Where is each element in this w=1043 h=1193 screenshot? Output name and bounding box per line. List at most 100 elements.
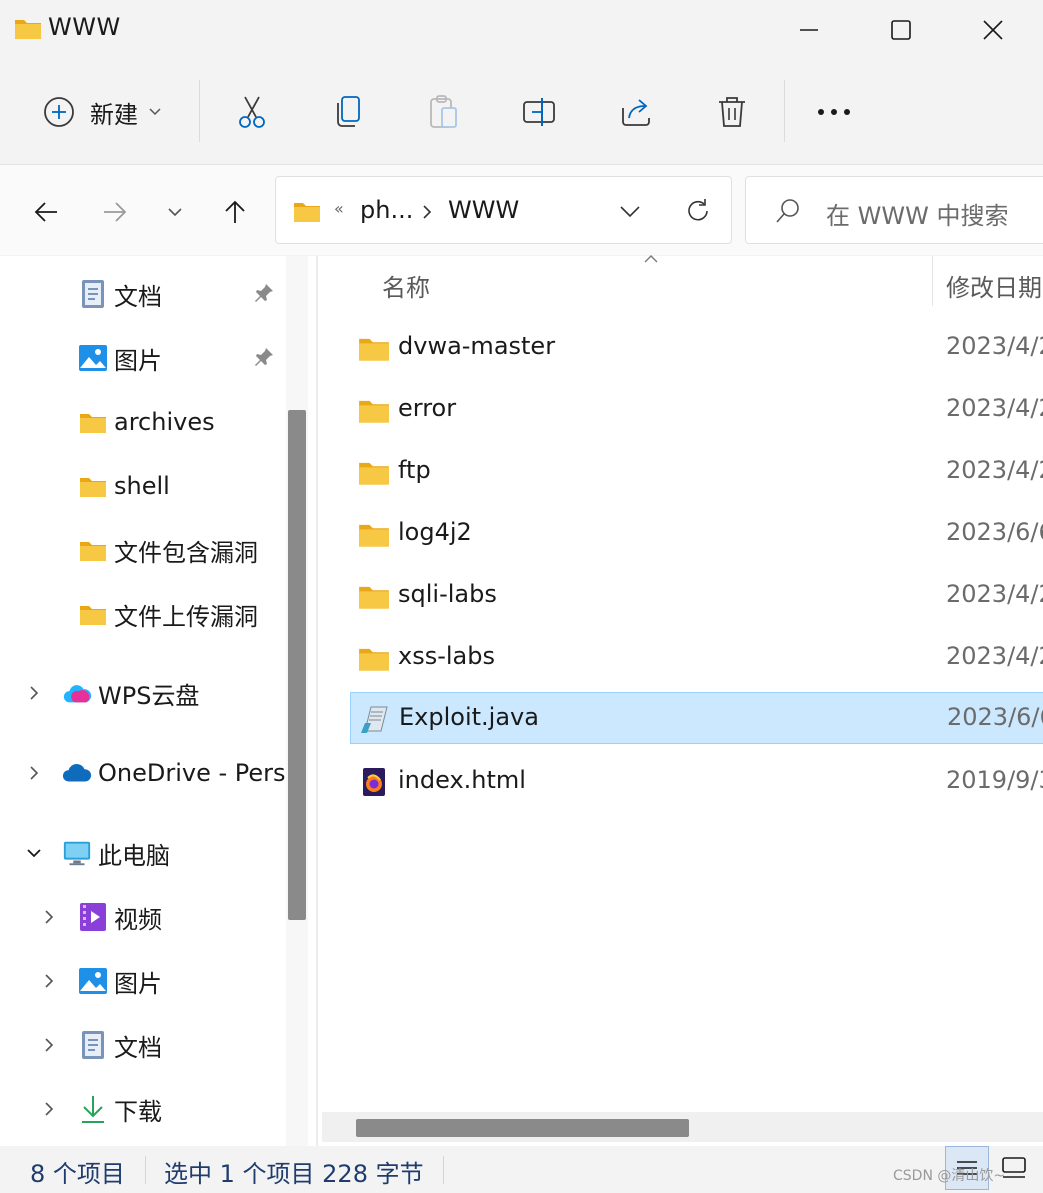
chevron-right-icon bbox=[423, 205, 432, 219]
sidebar-item-label: 下载 bbox=[114, 1097, 162, 1126]
file-name: index.html bbox=[398, 766, 526, 794]
recent-locations-button[interactable] bbox=[149, 186, 201, 238]
sidebar-item-pictures-pc[interactable]: 图片 bbox=[78, 956, 162, 1006]
pin-icon[interactable] bbox=[253, 282, 275, 304]
plus-circle-icon bbox=[44, 97, 74, 127]
folder-icon bbox=[294, 203, 320, 222]
sidebar-item-shell[interactable]: shell bbox=[78, 461, 170, 511]
sidebar-item-pictures[interactable]: 图片 bbox=[78, 333, 162, 383]
new-button[interactable]: 新建 bbox=[30, 86, 180, 138]
file-date: 2023/4/2 bbox=[946, 642, 1043, 670]
file-name: ftp bbox=[398, 456, 431, 484]
sidebar-item-this-pc[interactable]: 此电脑 bbox=[62, 828, 170, 878]
new-button-label: 新建 bbox=[90, 100, 138, 129]
column-header-date-modified[interactable]: 修改日期 bbox=[946, 268, 1042, 303]
file-row[interactable]: xss-labs 2023/4/2 bbox=[350, 632, 1043, 684]
chevron-right-icon[interactable] bbox=[39, 1099, 59, 1119]
documents-icon bbox=[78, 1030, 108, 1060]
file-row[interactable]: ftp 2023/4/2 bbox=[350, 446, 1043, 498]
refresh-icon[interactable] bbox=[684, 197, 712, 225]
copy-button[interactable] bbox=[320, 86, 376, 138]
folder-icon bbox=[359, 648, 389, 671]
folder-icon bbox=[359, 400, 389, 423]
selection-info: 选中 1 个项目 228 字节 bbox=[164, 1160, 424, 1188]
breadcrumb-item[interactable]: ph... bbox=[360, 196, 413, 224]
sidebar-item-wps-cloud[interactable]: WPS云盘 bbox=[62, 668, 199, 718]
chevron-right-icon[interactable] bbox=[39, 907, 59, 927]
sidebar-item-archives[interactable]: archives bbox=[78, 397, 215, 447]
up-button[interactable] bbox=[209, 186, 261, 238]
item-count: 8 个项目 bbox=[30, 1160, 125, 1188]
address-bar[interactable]: « ph... WWW bbox=[275, 176, 732, 244]
more-options-button[interactable] bbox=[806, 86, 862, 138]
rename-button[interactable] bbox=[512, 86, 568, 138]
sidebar-item-file-inclusion[interactable]: 文件包含漏洞 bbox=[78, 525, 258, 575]
sidebar-item-onedrive[interactable]: OneDrive - Pers bbox=[62, 748, 286, 798]
sidebar-item-label: 图片 bbox=[114, 346, 162, 375]
close-icon bbox=[983, 20, 1003, 40]
pin-icon[interactable] bbox=[253, 346, 275, 368]
file-row[interactable]: dvwa-master 2023/4/2 bbox=[350, 322, 1043, 374]
folder-icon bbox=[359, 586, 389, 609]
search-icon bbox=[776, 199, 799, 223]
window-title: WWW bbox=[48, 13, 121, 41]
arrow-left-icon bbox=[34, 202, 57, 222]
folder-icon bbox=[78, 599, 108, 629]
sidebar-item-label: 文档 bbox=[114, 282, 162, 311]
forward-button[interactable] bbox=[89, 186, 141, 238]
maximize-icon bbox=[891, 20, 911, 40]
file-row[interactable]: index.html 2019/9/3 bbox=[350, 756, 1043, 808]
arrow-right-icon bbox=[104, 202, 127, 222]
java-file-icon bbox=[361, 706, 388, 733]
arrow-up-icon bbox=[225, 200, 245, 223]
sidebar-item-label: OneDrive - Pers bbox=[98, 759, 286, 787]
sidebar-item-label: 图片 bbox=[114, 969, 162, 998]
file-date: 2023/4/2 bbox=[946, 394, 1043, 422]
toolbar-divider bbox=[784, 80, 785, 142]
more-icon bbox=[818, 109, 850, 115]
folder-icon bbox=[78, 471, 108, 501]
file-row-selected[interactable]: Exploit.java 2023/6/6 bbox=[350, 692, 1043, 744]
delete-button[interactable] bbox=[704, 86, 760, 138]
sidebar-scrollbar-thumb[interactable] bbox=[288, 410, 306, 920]
file-row[interactable]: log4j2 2023/6/6 bbox=[350, 508, 1043, 560]
status-divider bbox=[443, 1156, 444, 1184]
share-button[interactable] bbox=[608, 86, 664, 138]
file-name: sqli-labs bbox=[398, 580, 497, 608]
sidebar-item-downloads[interactable]: 下载 bbox=[78, 1084, 162, 1134]
sidebar-item-documents[interactable]: 文档 bbox=[78, 269, 162, 319]
sidebar-item-videos[interactable]: 视频 bbox=[78, 892, 162, 942]
chevron-right-icon[interactable] bbox=[39, 1035, 59, 1055]
chevron-right-icon[interactable] bbox=[24, 683, 44, 703]
breadcrumb-item[interactable]: WWW bbox=[448, 196, 519, 224]
maximize-button[interactable] bbox=[855, 0, 947, 60]
wps-cloud-icon bbox=[62, 678, 92, 708]
pictures-icon bbox=[78, 343, 108, 373]
file-name: error bbox=[398, 394, 457, 422]
breadcrumb-overflow[interactable]: « bbox=[334, 199, 344, 218]
paste-icon bbox=[430, 95, 457, 128]
minimize-icon bbox=[800, 29, 818, 31]
search-box[interactable]: 在 WWW 中搜索 bbox=[745, 176, 1043, 244]
horizontal-scrollbar-thumb[interactable] bbox=[356, 1119, 689, 1137]
chevron-right-icon[interactable] bbox=[39, 971, 59, 991]
minimize-button[interactable] bbox=[763, 0, 855, 60]
this-pc-icon bbox=[62, 838, 92, 868]
sidebar-item-file-upload[interactable]: 文件上传漏洞 bbox=[78, 589, 258, 639]
file-name: Exploit.java bbox=[399, 703, 539, 731]
file-row[interactable]: error 2023/4/2 bbox=[350, 384, 1043, 436]
cut-button[interactable] bbox=[224, 86, 280, 138]
chevron-right-icon[interactable] bbox=[24, 763, 44, 783]
documents-icon bbox=[78, 279, 108, 309]
file-row[interactable]: sqli-labs 2023/4/2 bbox=[350, 570, 1043, 622]
file-date: 2023/6/6 bbox=[947, 703, 1043, 731]
sidebar-item-documents-pc[interactable]: 文档 bbox=[78, 1020, 162, 1070]
column-header-name[interactable]: 名称 bbox=[382, 268, 430, 303]
back-button[interactable] bbox=[20, 186, 72, 238]
column-separator[interactable] bbox=[932, 256, 933, 306]
chevron-down-icon[interactable] bbox=[619, 205, 641, 219]
paste-button[interactable] bbox=[416, 86, 472, 138]
close-button[interactable] bbox=[947, 0, 1039, 60]
file-date: 2023/4/2 bbox=[946, 580, 1043, 608]
chevron-down-icon[interactable] bbox=[24, 843, 44, 863]
